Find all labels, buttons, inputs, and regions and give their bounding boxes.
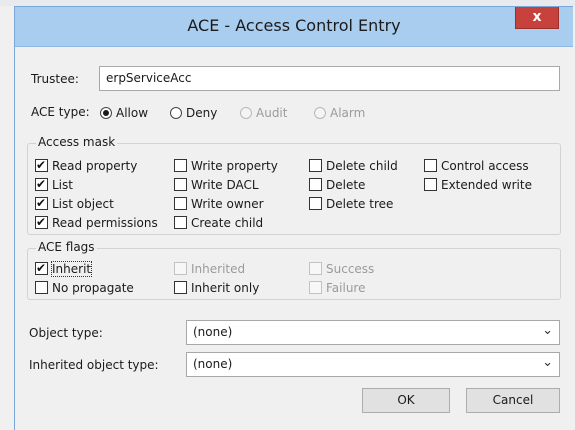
cb-write-owner[interactable]: Write owner xyxy=(174,195,264,211)
access-mask-group: Access mask Read property List List obje… xyxy=(27,135,561,235)
ace-type-alarm: Alarm xyxy=(314,105,365,120)
allow-radio[interactable] xyxy=(100,106,112,119)
alarm-radio xyxy=(314,106,326,119)
cb-extended-write[interactable]: Extended write xyxy=(424,176,532,192)
failure-checkbox xyxy=(309,281,322,294)
cb-failure: Failure xyxy=(309,279,365,295)
inherited-checkbox xyxy=(174,262,187,275)
cb-success: Success xyxy=(309,260,374,276)
object-type-label: Object type: xyxy=(29,326,103,340)
list-checkbox[interactable] xyxy=(35,176,48,192)
ace-type-row: ACE type: Allow Deny Audit Alarm xyxy=(31,103,571,123)
cb-read-property[interactable]: Read property xyxy=(35,157,137,173)
audit-radio xyxy=(240,106,252,119)
cb-no-propagate[interactable]: No propagate xyxy=(35,279,134,295)
chevron-down-icon: ⌄ xyxy=(542,355,553,370)
inherited-object-type-value: (none) xyxy=(193,357,233,371)
read-property-checkbox[interactable] xyxy=(35,157,48,173)
no-propagate-label: No propagate xyxy=(52,280,134,295)
inherited-object-type-select[interactable]: (none) ⌄ xyxy=(186,352,560,377)
cb-control-access[interactable]: Control access xyxy=(424,157,529,173)
inherited-label: Inherited xyxy=(191,261,246,276)
close-button[interactable]: x xyxy=(515,7,559,29)
control-access-label: Control access xyxy=(441,158,529,173)
access-mask-title: Access mask xyxy=(36,135,118,149)
success-label: Success xyxy=(326,261,375,276)
read-permissions-checkbox[interactable] xyxy=(35,214,48,230)
inherit-label: Inherit xyxy=(50,260,93,277)
cb-inherited: Inherited xyxy=(174,260,245,276)
trustee-input[interactable]: erpServiceAcc xyxy=(99,66,560,91)
cb-delete-child[interactable]: Delete child xyxy=(309,157,398,173)
ace-dialog: ACE - Access Control Entry x Trustee: er… xyxy=(14,6,573,430)
ace-flags-group: ACE flags Inherit No propagate Inherited… xyxy=(27,240,561,300)
ace-flags-title: ACE flags xyxy=(36,240,97,254)
cb-create-child[interactable]: Create child xyxy=(174,214,263,230)
write-property-label: Write property xyxy=(191,158,278,173)
read-permissions-label: Read permissions xyxy=(52,215,158,230)
list-object-label: List object xyxy=(52,196,114,211)
control-access-checkbox[interactable] xyxy=(424,159,437,172)
ace-type-label: ACE type: xyxy=(31,105,90,119)
inherited-object-type-label: Inherited object type: xyxy=(29,358,159,372)
inherit-only-label: Inherit only xyxy=(191,280,260,295)
dialog-body: Trustee: erpServiceAcc ACE type: Allow D… xyxy=(25,55,563,430)
cb-list-object[interactable]: List object xyxy=(35,195,114,211)
success-checkbox xyxy=(309,262,322,275)
cb-write-dacl[interactable]: Write DACL xyxy=(174,176,259,192)
delete-checkbox[interactable] xyxy=(309,178,322,191)
chevron-down-icon: ⌄ xyxy=(542,323,553,338)
delete-child-label: Delete child xyxy=(326,158,398,173)
allow-label: Allow xyxy=(116,105,149,120)
cb-delete[interactable]: Delete xyxy=(309,176,365,192)
deny-label: Deny xyxy=(186,105,218,120)
cancel-button[interactable]: Cancel xyxy=(466,388,560,413)
create-child-checkbox[interactable] xyxy=(174,216,187,229)
cb-list[interactable]: List xyxy=(35,176,73,192)
cb-inherit-only[interactable]: Inherit only xyxy=(174,279,259,295)
write-dacl-label: Write DACL xyxy=(191,177,259,192)
list-object-checkbox[interactable] xyxy=(35,195,48,211)
ace-type-allow[interactable]: Allow xyxy=(100,105,148,120)
list-label: List xyxy=(52,177,73,192)
write-owner-label: Write owner xyxy=(191,196,264,211)
extended-write-checkbox[interactable] xyxy=(424,178,437,191)
delete-child-checkbox[interactable] xyxy=(309,159,322,172)
cb-read-permissions[interactable]: Read permissions xyxy=(35,214,158,230)
no-propagate-checkbox[interactable] xyxy=(35,281,48,294)
inherit-only-checkbox[interactable] xyxy=(174,281,187,294)
delete-label: Delete xyxy=(326,177,366,192)
ace-type-deny[interactable]: Deny xyxy=(170,105,217,120)
write-property-checkbox[interactable] xyxy=(174,159,187,172)
failure-label: Failure xyxy=(326,280,366,295)
write-dacl-checkbox[interactable] xyxy=(174,178,187,191)
ok-button[interactable]: OK xyxy=(362,388,450,413)
audit-label: Audit xyxy=(256,105,288,120)
ace-type-audit: Audit xyxy=(240,105,287,120)
extended-write-label: Extended write xyxy=(441,177,532,192)
deny-radio[interactable] xyxy=(170,106,182,119)
title-bar: ACE - Access Control Entry x xyxy=(15,7,573,47)
create-child-label: Create child xyxy=(191,215,264,230)
write-owner-checkbox[interactable] xyxy=(174,197,187,210)
cb-delete-tree[interactable]: Delete tree xyxy=(309,195,393,211)
delete-tree-label: Delete tree xyxy=(326,196,394,211)
inherit-checkbox[interactable] xyxy=(35,260,48,276)
trustee-label: Trustee: xyxy=(31,72,79,86)
alarm-label: Alarm xyxy=(330,105,366,120)
window-title: ACE - Access Control Entry xyxy=(187,16,401,35)
object-type-value: (none) xyxy=(193,325,233,339)
object-type-select[interactable]: (none) ⌄ xyxy=(186,320,560,345)
cb-inherit[interactable]: Inherit xyxy=(35,260,93,277)
delete-tree-checkbox[interactable] xyxy=(309,197,322,210)
read-property-label: Read property xyxy=(52,158,138,173)
cb-write-property[interactable]: Write property xyxy=(174,157,278,173)
